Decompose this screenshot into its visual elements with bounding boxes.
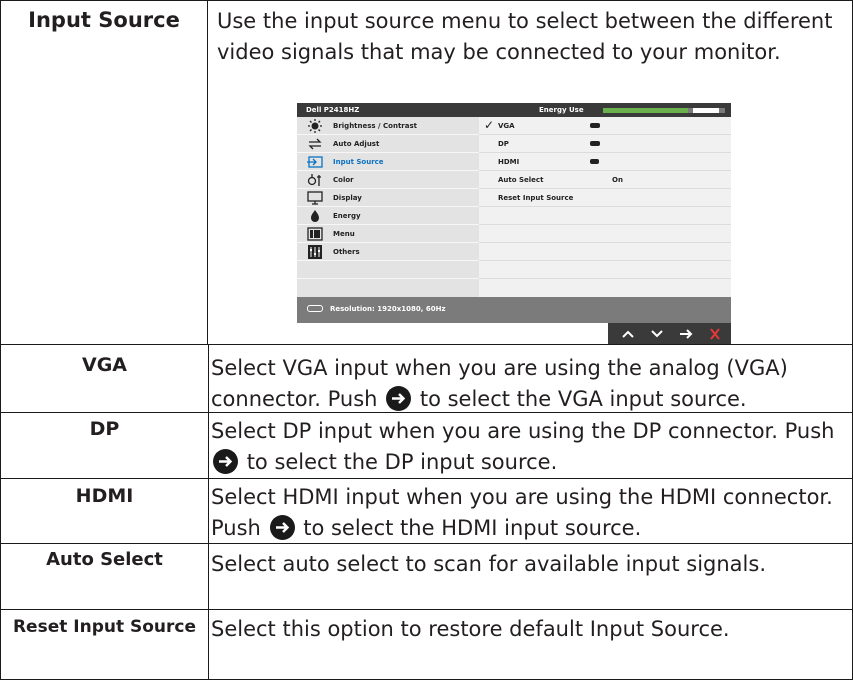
description-text: to select the VGA input source. — [419, 387, 747, 411]
menu-item-input-source[interactable]: Input Source — [297, 153, 479, 171]
osd-header: Dell P2418HZ Energy Use — [297, 103, 731, 117]
row-description-vga: Select VGA input when you are using the … — [211, 353, 846, 415]
option-empty — [479, 261, 731, 279]
energy-icon — [311, 210, 319, 222]
menu-item-label: Color — [333, 176, 354, 184]
energy-use-indicator — [693, 108, 719, 113]
row-description-dp: Select DP input when you are using the D… — [211, 416, 846, 478]
menu-item-label: Menu — [333, 230, 355, 238]
monitor-model: Dell P2418HZ — [306, 106, 360, 114]
menu-item-label: Auto Adjust — [333, 140, 380, 148]
option-hdmi[interactable]: HDMI — [479, 153, 731, 171]
up-arrow-icon — [622, 330, 634, 338]
menu-item-display[interactable]: Display — [297, 189, 479, 207]
osd-menu: Dell P2418HZ Energy Use Brightness / Con… — [297, 103, 731, 323]
option-label: VGA — [498, 122, 515, 130]
menu-item-energy[interactable]: Energy — [297, 207, 479, 225]
option-label: HDMI — [498, 158, 520, 166]
menu-item-auto-adjust[interactable]: Auto Adjust — [297, 135, 479, 153]
close-icon — [710, 328, 720, 340]
menu-item-label: Others — [333, 248, 360, 256]
menu-item-brightness-contrast[interactable]: Brightness / Contrast — [297, 117, 479, 135]
osd-submenu: ✓ VGA DP HDMI Auto Select On Reset Input… — [479, 117, 731, 297]
option-empty — [479, 243, 731, 261]
auto-adjust-icon — [308, 138, 322, 150]
right-arrow-icon — [680, 329, 693, 339]
column-divider — [207, 0, 208, 345]
vga-port-icon — [590, 123, 600, 128]
menu-icon — [307, 227, 323, 241]
hdmi-port-icon — [590, 159, 599, 164]
option-vga[interactable]: ✓ VGA — [479, 117, 731, 135]
menu-item-label: Brightness / Contrast — [333, 122, 417, 130]
down-arrow-icon — [651, 330, 663, 338]
option-empty — [479, 225, 731, 243]
exit-key[interactable] — [703, 323, 727, 344]
row-name-hdmi: HDMI — [75, 485, 134, 507]
description-text: to select the HDMI input source. — [303, 516, 642, 540]
menu-item-label: Display — [333, 194, 362, 202]
up-key[interactable] — [616, 323, 640, 344]
row-divider — [0, 478, 853, 479]
menu-item-label: Input Source — [333, 158, 384, 166]
osd-status-bar: Resolution: 1920x1080, 60Hz — [297, 297, 731, 323]
table-top-border — [0, 0, 853, 1]
osd-main-menu: Brightness / Contrast Auto Adjust Input … — [297, 117, 479, 297]
color-icon — [307, 174, 321, 186]
row-name-reset-input-source: Reset Input Source — [12, 617, 197, 637]
option-label: Auto Select — [498, 176, 544, 184]
option-auto-select[interactable]: Auto Select On — [479, 171, 731, 189]
option-label: DP — [498, 140, 509, 148]
row-divider — [0, 344, 853, 345]
table-left-border — [0, 0, 1, 680]
auto-select-value: On — [612, 176, 623, 184]
row-name-auto-select: Auto Select — [46, 549, 163, 570]
column-divider — [208, 344, 209, 680]
menu-item-menu[interactable]: Menu — [297, 225, 479, 243]
energy-use-meter — [603, 108, 725, 113]
row-description-auto-select: Select auto select to scan for available… — [211, 552, 767, 576]
display-icon — [307, 191, 323, 205]
right-arrow-button-icon — [386, 386, 412, 411]
input-source-table: Input Source Use the input source menu t… — [0, 0, 853, 680]
row-divider — [0, 609, 853, 610]
option-reset-input-source[interactable]: Reset Input Source — [479, 189, 731, 207]
option-label: Reset Input Source — [498, 194, 574, 202]
input-source-icon — [307, 156, 323, 168]
down-key[interactable] — [645, 323, 669, 344]
row-name-vga: VGA — [81, 354, 127, 376]
description-text: Select DP input when you are using the D… — [211, 419, 835, 443]
vga-connector-icon — [307, 305, 323, 312]
check-mark-icon: ✓ — [484, 118, 495, 132]
energy-use-label: Energy Use — [539, 106, 584, 114]
row-description-hdmi: Select HDMI input when you are using the… — [211, 482, 846, 544]
option-empty — [479, 207, 731, 225]
menu-item-empty — [297, 261, 479, 279]
others-icon — [308, 245, 322, 259]
row-name-dp: DP — [89, 418, 120, 440]
brightness-icon — [308, 119, 322, 133]
energy-use-fill — [603, 108, 689, 113]
dp-port-icon — [590, 141, 600, 146]
option-dp[interactable]: DP — [479, 135, 731, 153]
description-text: to select the DP input source. — [246, 450, 558, 474]
right-arrow-button-icon — [269, 515, 295, 540]
osd-navigation-keys — [608, 323, 731, 344]
right-key[interactable] — [674, 323, 698, 344]
right-arrow-button-icon — [213, 449, 238, 474]
resolution-text: Resolution: 1920x1080, 60Hz — [330, 305, 446, 313]
row-description-reset-input-source: Select this option to restore default In… — [211, 617, 730, 641]
row-description-input-source: Use the input source menu to select betw… — [217, 9, 833, 64]
menu-item-label: Energy — [333, 212, 361, 220]
menu-item-color[interactable]: Color — [297, 171, 479, 189]
menu-item-others[interactable]: Others — [297, 243, 479, 261]
row-name-input-source: Input Source — [28, 8, 180, 32]
